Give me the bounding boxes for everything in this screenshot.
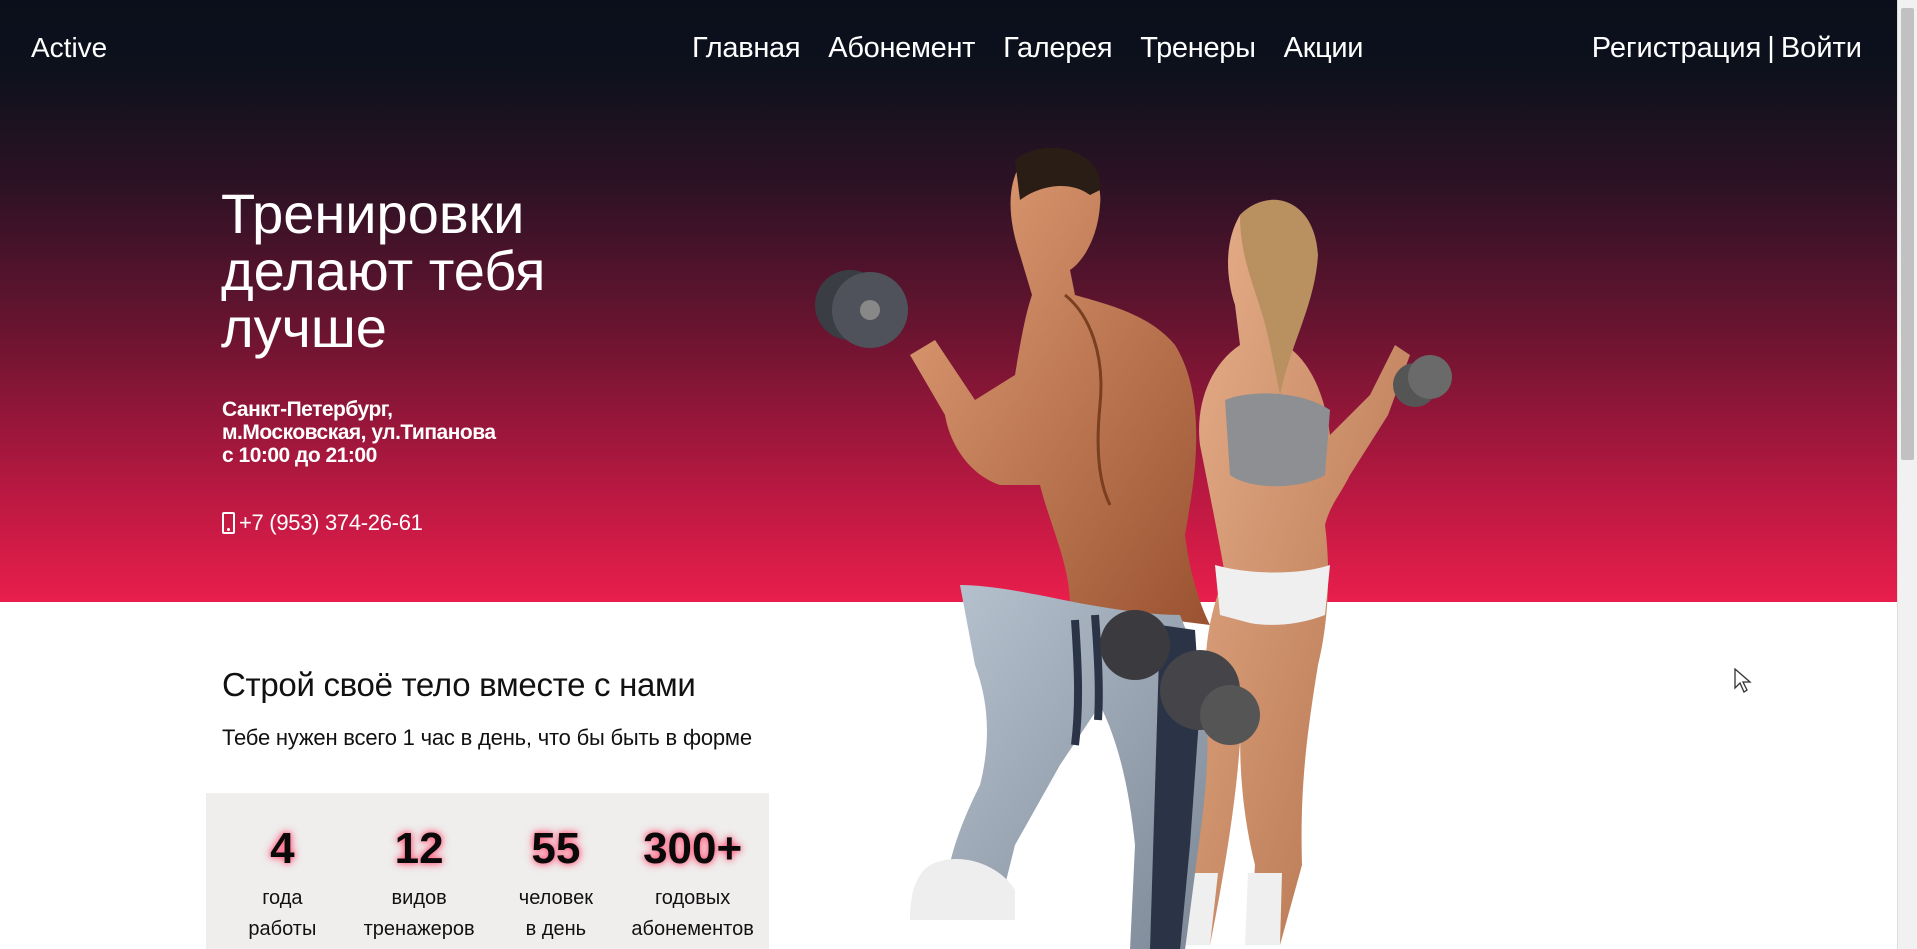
athletes-photo <box>815 147 1452 949</box>
register-link[interactable]: Регистрация <box>1592 32 1762 65</box>
stats-panel: 4 года работы 12 видов тренажеров 55 чел… <box>206 793 769 949</box>
nav-item-gallery[interactable]: Галерея <box>1003 32 1112 65</box>
nav-item-membership[interactable]: Абонемент <box>828 32 975 65</box>
stat-label-line1: года <box>262 887 303 909</box>
mouse-cursor-icon <box>1734 668 1752 693</box>
section-heading: Строй своё тело вместе с нами <box>222 666 696 703</box>
stat-label-line2: тренажеров <box>363 918 475 940</box>
stat-item: 12 видов тренажеров <box>354 793 484 949</box>
stat-item: 300+ годовых абонементов <box>628 793 758 949</box>
stat-label-line1: годовых <box>654 887 731 909</box>
stat-label: года работы <box>217 883 347 945</box>
hero-title: Тренировки делают тебя лучше <box>221 182 546 359</box>
opening-hours: с 10:00 до 21:00 <box>222 444 377 467</box>
stat-label: годовых абонементов <box>628 883 758 945</box>
brand-logo-link[interactable]: Active <box>31 32 107 64</box>
stat-label-line2: абонементов <box>631 918 754 940</box>
section-subtitle: Тебе нужен всего 1 час в день, что бы бы… <box>222 725 752 750</box>
auth-separator: | <box>1767 32 1775 64</box>
page: Active Главная Абонемент Галерея Тренеры… <box>0 0 1917 949</box>
address-block: Санкт-Петербург, м.Московская, ул.Типано… <box>222 398 496 467</box>
stat-item: 4 года работы <box>217 793 347 949</box>
address-city: Санкт-Петербург, <box>222 398 393 421</box>
phone-number: +7 (953) 374-26-61 <box>239 510 423 535</box>
stat-value: 12 <box>394 824 444 873</box>
stat-label-line2: в день <box>525 918 587 940</box>
man-figure <box>815 147 1260 949</box>
login-link[interactable]: Войти <box>1781 32 1862 65</box>
nav-item-promotions[interactable]: Акции <box>1284 32 1364 65</box>
vertical-scrollbar[interactable] <box>1897 0 1917 949</box>
stat-value: 55 <box>531 824 581 873</box>
site-header: Active Главная Абонемент Галерея Тренеры… <box>0 0 1897 100</box>
phone-contact[interactable]: +7 (953) 374-26-61 <box>222 510 423 536</box>
stat-label: видов тренажеров <box>354 883 484 945</box>
auth-links: Регистрация | Войти <box>1592 32 1862 65</box>
stat-label-line1: видов <box>391 887 447 909</box>
stat-label-line1: человек <box>518 887 593 909</box>
stat-label: человек в день <box>491 883 621 945</box>
mobile-phone-icon <box>222 512 235 534</box>
stat-value: 4 <box>270 824 295 873</box>
stat-item: 55 человек в день <box>491 793 621 949</box>
nav-item-home[interactable]: Главная <box>692 32 801 65</box>
stat-value: 300+ <box>643 824 743 873</box>
stat-label-line2: работы <box>248 918 317 940</box>
nav-item-trainers[interactable]: Тренеры <box>1140 32 1256 65</box>
main-nav: Главная Абонемент Галерея Тренеры Акции <box>692 32 1364 65</box>
address-street: м.Московская, ул.Типанова <box>222 421 496 444</box>
woman-figure <box>1182 199 1452 946</box>
scrollbar-thumb[interactable] <box>1901 8 1914 460</box>
